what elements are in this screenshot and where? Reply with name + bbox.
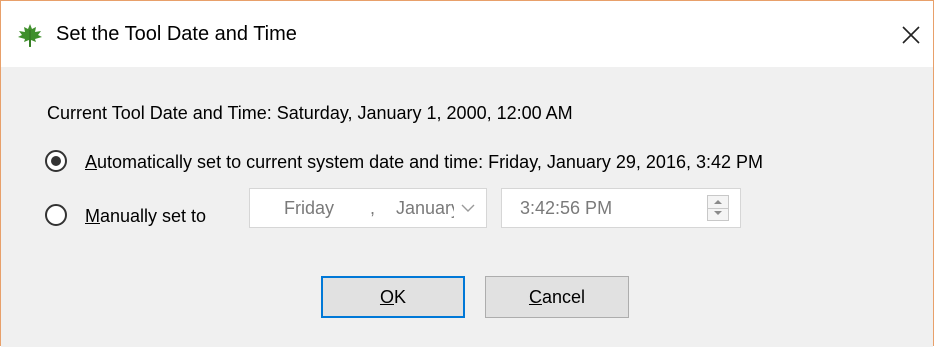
spin-up-down-icon[interactable]: [707, 195, 729, 221]
date-picker-separator: ,: [370, 198, 376, 218]
manual-set-mnemonic: M: [85, 206, 100, 226]
manual-set-label-text: anually set to: [100, 206, 207, 226]
dialog-window: Set the Tool Date and Time Current Tool …: [0, 0, 934, 347]
cancel-button[interactable]: Cancel: [485, 276, 629, 318]
auto-set-label-text: utomatically set to current system date …: [97, 152, 763, 172]
date-picker-month: January: [396, 198, 454, 218]
radio-button-unselected[interactable]: [45, 204, 67, 226]
radio-selected-dot: [51, 156, 61, 166]
date-picker-day: Friday: [284, 198, 335, 218]
auto-set-label[interactable]: Automatically set to current system date…: [85, 150, 763, 174]
ok-label-text: K: [394, 287, 407, 307]
maple-leaf-icon: [18, 24, 42, 47]
date-picker[interactable]: Friday , January: [249, 188, 487, 228]
close-icon[interactable]: [891, 15, 931, 55]
spin-down-icon[interactable]: [708, 208, 728, 220]
radio-button-selected[interactable]: [45, 150, 67, 172]
chevron-down-icon[interactable]: [460, 201, 476, 215]
current-tool-time-label: Current Tool Date and Time: Saturday, Ja…: [47, 103, 573, 123]
cancel-label-text: ancel: [541, 287, 586, 307]
manual-set-label[interactable]: Manually set to: [85, 204, 206, 228]
dialog-body: Current Tool Date and Time: Saturday, Ja…: [1, 67, 933, 347]
auto-set-mnemonic: A: [85, 152, 98, 172]
time-picker-value: 3:42:56 PM: [520, 198, 613, 218]
time-picker[interactable]: 3:42:56 PM: [501, 188, 741, 228]
cancel-mnemonic: C: [528, 287, 542, 307]
title-bar[interactable]: Set the Tool Date and Time: [1, 1, 933, 67]
window-title: Set the Tool Date and Time: [56, 23, 297, 45]
ok-mnemonic: O: [379, 287, 394, 307]
ok-button[interactable]: OK: [321, 276, 465, 318]
